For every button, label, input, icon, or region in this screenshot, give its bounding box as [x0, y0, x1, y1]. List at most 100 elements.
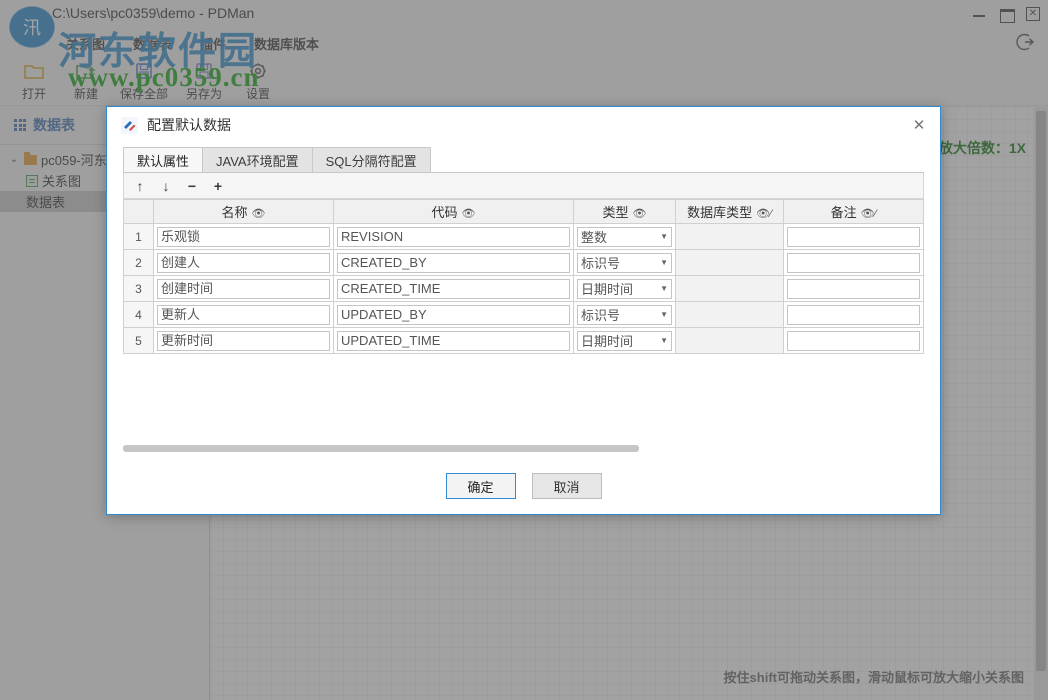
cell-name[interactable]: 创建人 — [154, 250, 334, 276]
code-input[interactable]: REVISION — [337, 227, 570, 247]
tab-sql-separator-config[interactable]: SQL分隔符配置 — [312, 147, 431, 172]
toolbar-save-all-button[interactable]: 保存全部 — [112, 56, 176, 102]
add-row-button[interactable]: + — [212, 179, 224, 193]
tab-java-env-config[interactable]: JAVA环境配置 — [202, 147, 313, 172]
name-input[interactable]: 创建人 — [157, 253, 330, 273]
type-select[interactable]: 日期时间 ▼ — [577, 331, 672, 351]
eye-visible-icon[interactable]: 👁 — [252, 208, 266, 220]
name-input[interactable]: 创建时间 — [157, 279, 330, 299]
menu-item-plugins[interactable]: 插件 — [186, 34, 240, 53]
table-row[interactable]: 3 创建时间 CREATED_TIME 日期时间▼ — [124, 276, 924, 302]
code-input[interactable]: CREATED_BY — [337, 253, 570, 273]
column-header-dbtype[interactable]: 数据库类型👁⁄ — [676, 200, 784, 224]
chevron-down-icon: ▼ — [660, 336, 668, 345]
cell-remark[interactable] — [784, 276, 924, 302]
remove-row-button[interactable]: − — [186, 179, 198, 193]
minimize-icon[interactable] — [972, 6, 987, 21]
code-input[interactable]: UPDATED_BY — [337, 305, 570, 325]
code-input[interactable]: CREATED_TIME — [337, 279, 570, 299]
remark-input[interactable] — [787, 227, 920, 247]
eye-hidden-icon[interactable]: 👁⁄ — [861, 208, 877, 220]
remark-input[interactable] — [787, 279, 920, 299]
move-up-button[interactable]: ↑ — [134, 179, 146, 193]
move-down-button[interactable]: ↓ — [160, 179, 172, 193]
eye-hidden-icon[interactable]: 👁⁄ — [756, 208, 772, 220]
cell-type[interactable]: 日期时间▼ — [574, 276, 676, 302]
table-horizontal-scrollbar[interactable] — [123, 443, 924, 452]
close-icon[interactable]: ✕ — [1026, 7, 1040, 21]
table-row[interactable]: 5 更新时间 UPDATED_TIME 日期时间▼ — [124, 328, 924, 354]
name-input[interactable]: 乐观锁 — [157, 227, 330, 247]
column-header-code[interactable]: 代码👁 — [334, 200, 574, 224]
cell-remark[interactable] — [784, 250, 924, 276]
chevron-down-icon[interactable]: ⌄ — [8, 154, 20, 165]
type-value: 日期时间 — [581, 331, 633, 350]
cell-type[interactable]: 日期时间 ▼ — [574, 328, 676, 354]
table-row[interactable]: 4 更新人 UPDATED_BY 标识号▼ — [124, 302, 924, 328]
cell-dbtype — [676, 276, 784, 302]
eye-visible-icon[interactable]: 👁 — [633, 208, 647, 220]
menu-bar: 关系图 数据表 插件 数据库版本 — [0, 30, 1048, 56]
name-input[interactable]: 更新时间 — [157, 331, 330, 351]
type-value: 整数 — [581, 227, 607, 246]
dialog-close-icon[interactable]: ✕ — [908, 114, 930, 136]
cell-name[interactable]: 乐观锁 — [154, 224, 334, 250]
toolbar-settings-button[interactable]: 设置 — [232, 56, 284, 102]
cancel-button[interactable]: 取消 — [532, 473, 602, 499]
toolbar-open-button[interactable]: 打开 — [8, 56, 60, 102]
cell-remark[interactable] — [784, 224, 924, 250]
exit-icon[interactable] — [1016, 32, 1036, 52]
dialog-tabs: 默认属性 JAVA环境配置 SQL分隔符配置 — [123, 147, 924, 173]
remark-input[interactable] — [787, 331, 920, 351]
cell-remark[interactable] — [784, 328, 924, 354]
type-value: 标识号 — [581, 253, 620, 272]
chevron-down-icon: ▼ — [660, 258, 668, 267]
confirm-button[interactable]: 确定 — [446, 473, 516, 499]
pdman-logo-icon: 汛 — [6, 1, 58, 53]
scrollbar-thumb[interactable] — [1036, 111, 1046, 671]
remark-input[interactable] — [787, 305, 920, 325]
scrollbar-thumb[interactable] — [123, 445, 639, 452]
type-select[interactable]: 标识号 ▼ — [577, 253, 672, 273]
code-input[interactable]: UPDATED_TIME — [337, 331, 570, 351]
column-header-index — [124, 200, 154, 224]
cell-name[interactable]: 更新人 — [154, 302, 334, 328]
cell-name[interactable]: 创建时间 — [154, 276, 334, 302]
column-header-name[interactable]: 名称👁 — [154, 200, 334, 224]
tree-item-label: 数据表 — [26, 192, 65, 211]
toolbar-label: 新建 — [74, 85, 98, 102]
table-row[interactable]: 1 乐观锁 REVISION 整数▼ — [124, 224, 924, 250]
tree-item-label: 关系图 — [42, 171, 81, 190]
cell-code[interactable]: CREATED_BY — [334, 250, 574, 276]
cell-dbtype — [676, 250, 784, 276]
name-input[interactable]: 更新人 — [157, 305, 330, 325]
cell-code[interactable]: UPDATED_TIME — [334, 328, 574, 354]
cell-name[interactable]: 更新时间 — [154, 328, 334, 354]
canvas-hint-text: 按住shift可拖动关系图，滑动鼠标可放大缩小关系图 — [724, 667, 1024, 686]
cell-remark[interactable] — [784, 302, 924, 328]
canvas-vertical-scrollbar[interactable] — [1034, 107, 1048, 700]
toolbar-save-as-button[interactable]: 另存为 — [176, 56, 232, 102]
cell-type[interactable]: 标识号▼ — [574, 302, 676, 328]
cell-code[interactable]: UPDATED_BY — [334, 302, 574, 328]
menu-item-relation-diagram[interactable]: 关系图 — [52, 34, 119, 53]
tab-default-properties[interactable]: 默认属性 — [123, 147, 203, 172]
type-select[interactable]: 整数▼ — [577, 227, 672, 247]
type-select[interactable]: 标识号▼ — [577, 305, 672, 325]
cell-code[interactable]: CREATED_TIME — [334, 276, 574, 302]
menu-item-data-tables[interactable]: 数据表 — [119, 34, 186, 53]
table-row[interactable]: 2 创建人 CREATED_BY 标识号▼ — [124, 250, 924, 276]
cell-type[interactable]: 整数▼ — [574, 224, 676, 250]
menu-item-db-version[interactable]: 数据库版本 — [240, 34, 333, 53]
type-select[interactable]: 日期时间▼ — [577, 279, 672, 299]
cell-code[interactable]: REVISION — [334, 224, 574, 250]
remark-input[interactable] — [787, 253, 920, 273]
toolbar-label: 另存为 — [186, 85, 222, 102]
cell-type[interactable]: 标识号 ▼ — [574, 250, 676, 276]
maximize-icon[interactable] — [999, 6, 1014, 21]
save-as-icon — [194, 60, 214, 82]
column-header-remark[interactable]: 备注👁⁄ — [784, 200, 924, 224]
toolbar-new-button[interactable]: 新建 — [60, 56, 112, 102]
column-header-type[interactable]: 类型👁 — [574, 200, 676, 224]
eye-visible-icon[interactable]: 👁 — [462, 208, 476, 220]
